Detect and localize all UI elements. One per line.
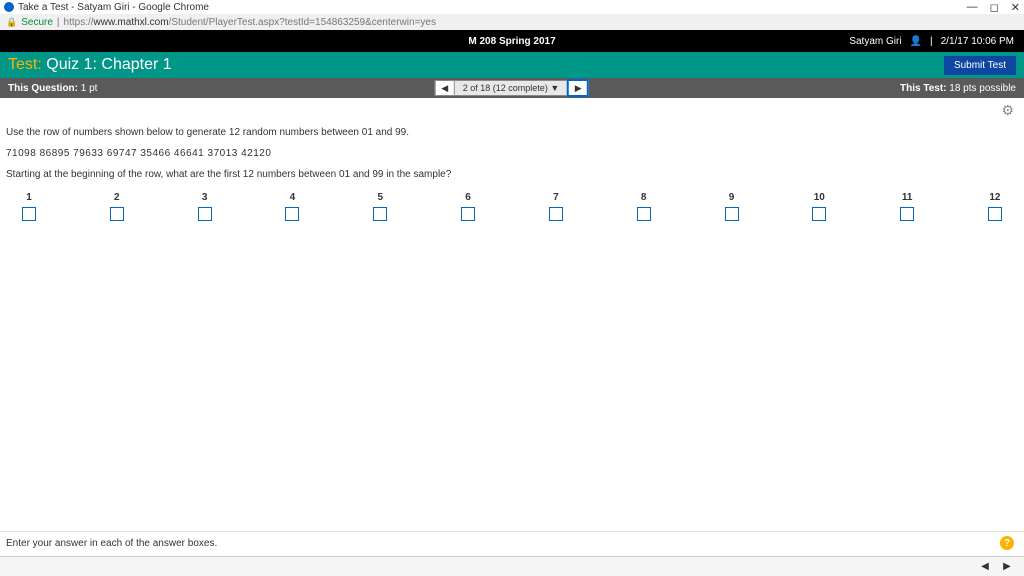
prev-question-button[interactable]: ◀ [435, 80, 455, 96]
question-progress-dropdown[interactable]: 2 of 18 (12 complete) ▼ [455, 80, 567, 96]
bottom-nav: ◀ ▶ [0, 556, 1024, 576]
answer-label: 5 [377, 192, 383, 203]
answer-inputs-row: 123456789101112 [6, 192, 1018, 221]
gear-icon[interactable]: ⚙ [1001, 102, 1014, 119]
answer-col: 12 [988, 192, 1002, 221]
answer-col: 2 [110, 192, 124, 221]
help-icon[interactable]: ? [1000, 536, 1014, 550]
url-bar: 🔒 Secure | https://www.mathxl.com/Studen… [0, 14, 1024, 30]
answer-col: 5 [373, 192, 387, 221]
submit-test-button[interactable]: Submit Test [944, 56, 1016, 75]
pearson-icon [4, 2, 14, 12]
answer-col: 8 [637, 192, 651, 221]
answer-input-7[interactable] [549, 207, 563, 221]
url-text[interactable]: https://www.mathxl.com/Student/PlayerTes… [64, 17, 436, 28]
lock-icon: 🔒 [6, 17, 17, 28]
answer-col: 4 [285, 192, 299, 221]
answer-col: 6 [461, 192, 475, 221]
answer-col: 1 [22, 192, 36, 221]
question-bar: This Question: 1 pt ◀ 2 of 18 (12 comple… [0, 78, 1024, 98]
bottom-next-button[interactable]: ▶ [998, 560, 1016, 574]
answer-col: 9 [725, 192, 739, 221]
question-text: Starting at the beginning of the row, wh… [6, 169, 1018, 180]
course-title: M 208 Spring 2017 [468, 36, 555, 47]
answer-input-10[interactable] [812, 207, 826, 221]
answer-label: 6 [465, 192, 471, 203]
bottom-prev-button[interactable]: ◀ [976, 560, 994, 574]
answer-input-4[interactable] [285, 207, 299, 221]
test-header: Test: Quiz 1: Chapter 1 Submit Test [0, 52, 1024, 78]
answer-input-2[interactable] [110, 207, 124, 221]
answer-label: 12 [989, 192, 1000, 203]
footer-hint: Enter your answer in each of the answer … [6, 538, 217, 549]
user-icon[interactable]: 👤 [910, 36, 922, 47]
answer-label: 8 [641, 192, 647, 203]
answer-input-11[interactable] [900, 207, 914, 221]
maximize-icon[interactable]: ◻ [990, 1, 999, 14]
answer-col: 3 [198, 192, 212, 221]
answer-col: 11 [900, 192, 914, 221]
answer-label: 3 [202, 192, 208, 203]
test-title: Test: Quiz 1: Chapter 1 [8, 56, 172, 74]
test-points: This Test: 18 pts possible [900, 83, 1016, 94]
minimize-icon[interactable]: — [967, 1, 978, 14]
datetime: 2/1/17 10:06 PM [941, 36, 1014, 47]
answer-col: 7 [549, 192, 563, 221]
answer-input-5[interactable] [373, 207, 387, 221]
answer-input-8[interactable] [637, 207, 651, 221]
footer-bar: Enter your answer in each of the answer … [0, 531, 1024, 554]
number-row: 71098 86895 79633 69747 35466 46641 3701… [6, 148, 1018, 159]
question-points: This Question: 1 pt [8, 83, 97, 94]
secure-label: Secure [21, 17, 53, 28]
window-title: Take a Test - Satyam Giri - Google Chrom… [18, 2, 209, 13]
answer-input-1[interactable] [22, 207, 36, 221]
answer-input-3[interactable] [198, 207, 212, 221]
answer-input-9[interactable] [725, 207, 739, 221]
answer-label: 2 [114, 192, 120, 203]
answer-input-6[interactable] [461, 207, 475, 221]
user-name: Satyam Giri [849, 36, 901, 47]
answer-label: 9 [729, 192, 735, 203]
answer-label: 1 [26, 192, 32, 203]
answer-label: 4 [290, 192, 296, 203]
close-icon[interactable]: ✕ [1011, 1, 1020, 14]
answer-input-12[interactable] [988, 207, 1002, 221]
answer-col: 10 [812, 192, 826, 221]
chrome-title-bar: Take a Test - Satyam Giri - Google Chrom… [0, 0, 1024, 14]
question-nav: ◀ 2 of 18 (12 complete) ▼ ▶ [435, 79, 589, 97]
question-prompt: Use the row of numbers shown below to ge… [6, 127, 1018, 138]
app-header: M 208 Spring 2017 Satyam Giri 👤 | 2/1/17… [0, 30, 1024, 52]
answer-label: 7 [553, 192, 559, 203]
next-question-button[interactable]: ▶ [567, 79, 589, 97]
question-content: Use the row of numbers shown below to ge… [0, 123, 1024, 225]
answer-label: 11 [902, 192, 913, 203]
answer-label: 10 [814, 192, 825, 203]
